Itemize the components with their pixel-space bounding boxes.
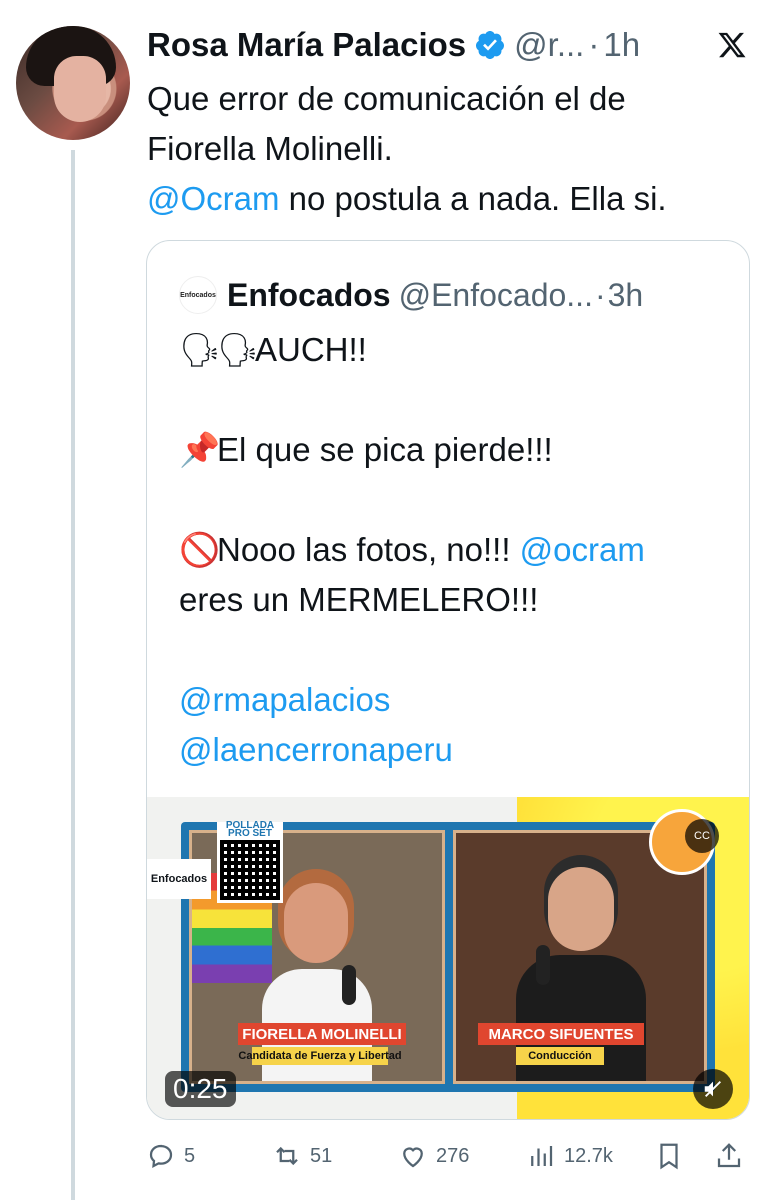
person-right-head xyxy=(548,867,614,951)
bookmark-icon xyxy=(660,1143,678,1170)
reply-icon xyxy=(149,1144,173,1168)
lower-third-right-role: Conducción xyxy=(516,1047,604,1065)
pushpin-icon: 📌 xyxy=(179,431,221,468)
quote-line-auch: 🗣🗣AUCH!! xyxy=(179,325,739,375)
pollada-label: POLLADA PRO SET xyxy=(217,821,283,839)
reply-button[interactable]: 5 xyxy=(146,1136,195,1176)
quote-time[interactable]: 3h xyxy=(608,277,644,314)
separator-dot: · xyxy=(588,26,600,63)
mention-link[interactable]: @Ocram xyxy=(147,180,280,217)
quote-author-name[interactable]: Enfocados xyxy=(227,277,391,314)
avatar[interactable] xyxy=(16,26,130,140)
quote-avatar[interactable]: Enfocados xyxy=(179,276,217,314)
quote-avatar-text: Enfocados xyxy=(180,291,216,299)
microphone xyxy=(342,965,356,1005)
avatar-face xyxy=(54,56,106,122)
repost-icon xyxy=(276,1146,298,1166)
quote-line-mermelero: eres un MERMELERO!!! xyxy=(179,581,539,618)
quote-body: 🗣🗣AUCH!! 📌El que se pica pierde!!! 🚫Nooo… xyxy=(179,325,739,775)
tweet-line-2: Fiorella Molinelli. xyxy=(147,130,393,167)
bookmark-button[interactable] xyxy=(654,1136,684,1176)
quote-header: Enfocados Enfocados @Enfocado... · 3h xyxy=(179,273,719,317)
share-icon xyxy=(717,1143,741,1168)
video-duration: 0:25 xyxy=(165,1071,236,1107)
captions-button[interactable]: CC xyxy=(685,819,719,853)
like-button[interactable]: 276 xyxy=(398,1136,469,1176)
quote-line-pica: 📌El que se pica pierde!!! xyxy=(179,425,739,475)
tweet-text: Que error de comunicación el de Fiorella… xyxy=(147,74,747,224)
quote-pica-text: El que se pica pierde!!! xyxy=(217,431,553,468)
mute-button[interactable] xyxy=(693,1069,733,1109)
action-bar: 5 51 276 12.7k xyxy=(146,1136,750,1176)
repost-count: 51 xyxy=(310,1144,333,1167)
verified-badge-icon xyxy=(476,31,505,59)
prohibited-icon: 🚫 xyxy=(179,531,221,568)
muted-speaker-icon xyxy=(704,1081,721,1097)
tweet-header: Rosa María Palacios @r... · 1h xyxy=(147,22,747,68)
repost-button[interactable]: 51 xyxy=(272,1136,332,1176)
tweet-line-1: Que error de comunicación el de xyxy=(147,80,626,117)
views-icon xyxy=(531,1146,553,1166)
tweet-line-3: @Ocram no postula a nada. Ella si. xyxy=(147,174,747,224)
mention-rmapalacios[interactable]: @rmapalacios xyxy=(179,675,739,725)
views-button[interactable]: 12.7k xyxy=(526,1136,613,1176)
quote-auch-text: AUCH!! xyxy=(255,331,367,368)
quote-line-nooo: 🚫Nooo las fotos, no!!! @ocram xyxy=(179,525,739,575)
reply-count: 5 xyxy=(184,1144,196,1167)
mention-ocram[interactable]: @ocram xyxy=(520,531,645,568)
lower-third-right: MARCO SIFUENTES xyxy=(478,1023,644,1045)
author-name[interactable]: Rosa María Palacios xyxy=(147,26,466,64)
person-left-head xyxy=(284,883,348,963)
quote-author-handle[interactable]: @Enfocado... xyxy=(399,277,593,314)
heart-icon xyxy=(403,1147,423,1168)
qr-code xyxy=(217,837,283,903)
microphone xyxy=(536,945,550,985)
x-logo-icon[interactable] xyxy=(717,30,747,60)
speaking-head-icon: 🗣 xyxy=(179,331,221,368)
quoted-tweet[interactable]: Enfocados Enfocados @Enfocado... · 3h 🗣🗣… xyxy=(146,240,750,1120)
separator-dot: · xyxy=(594,276,606,313)
enfocados-watermark: Enfocados xyxy=(147,859,211,899)
like-count: 276 xyxy=(436,1144,470,1167)
share-button[interactable] xyxy=(714,1136,744,1176)
tweet-line-3-rest: no postula a nada. Ella si. xyxy=(279,180,667,217)
quote-nooo-text: Nooo las fotos, no!!! xyxy=(217,531,520,568)
author-handle[interactable]: @r... xyxy=(514,26,584,64)
video-frame: FIORELLA MOLINELLI Candidata de Fuerza y… xyxy=(181,821,715,1092)
lower-third-left: FIORELLA MOLINELLI xyxy=(238,1023,406,1045)
views-count: 12.7k xyxy=(564,1144,613,1167)
tweet-time[interactable]: 1h xyxy=(603,26,640,64)
speaking-head-icon: 🗣 xyxy=(217,331,259,368)
lower-third-left-role: Candidata de Fuerza y Libertad xyxy=(238,1047,402,1065)
thread-line xyxy=(71,150,75,1200)
video-player[interactable]: FIORELLA MOLINELLI Candidata de Fuerza y… xyxy=(147,797,749,1119)
mention-laencerronaperu[interactable]: @laencerronaperu xyxy=(179,725,739,775)
